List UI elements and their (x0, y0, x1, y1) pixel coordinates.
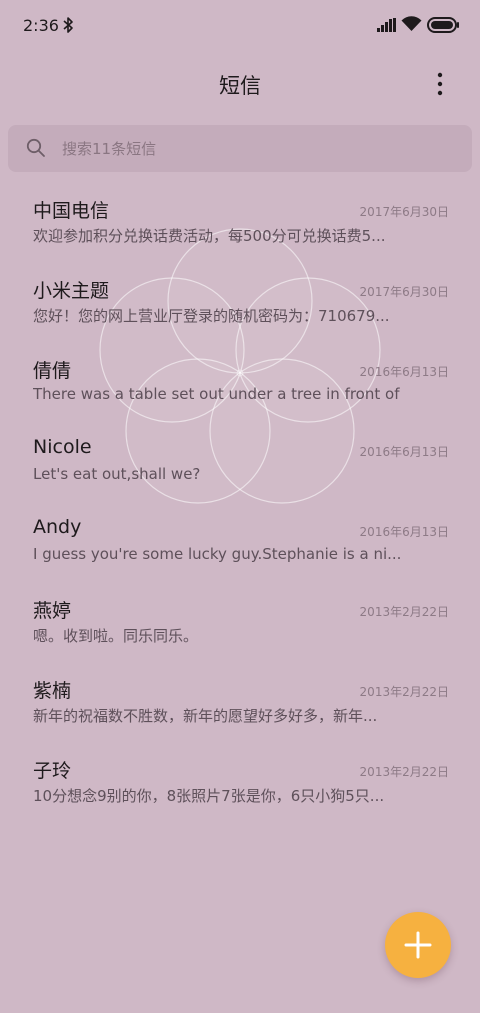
contact-name: 小米主题 (33, 280, 110, 302)
contact-name: 倩倩 (33, 360, 72, 382)
message-date: 2017年6月30日 (359, 285, 449, 299)
list-item[interactable]: Andy 2016年6月13日 I guess you're some luck… (0, 502, 480, 582)
list-item[interactable]: 中国电信 2017年6月30日 欢迎参加积分兑换话费活动，每500分可兑换话费5… (0, 182, 480, 262)
contact-name: Nicole (33, 436, 92, 458)
message-date: 2016年6月13日 (359, 445, 449, 459)
message-preview: 新年的祝福数不胜数，新年的愿望好多好多，新年... (33, 707, 378, 725)
message-preview: 嗯。收到啦。同乐同乐。 (33, 627, 199, 645)
search-input[interactable] (62, 134, 452, 164)
contact-name: 中国电信 (33, 200, 110, 222)
wifi-icon (401, 16, 422, 31)
contact-name: 紫楠 (33, 680, 72, 702)
bluetooth-icon (63, 17, 73, 33)
message-date: 2016年6月13日 (359, 365, 449, 379)
message-date: 2013年2月22日 (359, 605, 449, 619)
messaging-screen: 2:36 短信 搜索11条短信 中国电信 2017年6月30日 欢迎参加积分兑换… (0, 0, 480, 1013)
status-time: 2:36 (23, 16, 59, 35)
contact-name: 子玲 (33, 760, 72, 782)
battery-icon (427, 17, 459, 33)
app-header: 短信 (0, 60, 480, 110)
message-date: 2017年6月30日 (359, 205, 449, 219)
list-item[interactable]: 燕婷 2013年2月22日 嗯。收到啦。同乐同乐。 (0, 582, 480, 662)
list-item[interactable]: 子玲 2013年2月22日 10分想念9别的你，8张照片7张是你，6只小狗5只.… (0, 742, 480, 822)
contact-name: Andy (33, 516, 82, 538)
search-bar[interactable] (8, 125, 472, 172)
message-preview: I guess you're some lucky guy.Stephanie … (33, 545, 402, 563)
message-preview: 欢迎参加积分兑换话费活动，每500分可兑换话费5... (33, 227, 386, 245)
new-message-button[interactable] (385, 912, 451, 978)
page-title: 短信 (219, 74, 261, 98)
signal-icon (377, 18, 396, 32)
list-item[interactable]: 倩倩 2016年6月13日 There was a table set out … (0, 342, 480, 422)
list-item[interactable]: Nicole 2016年6月13日 Let's eat out,shall we… (0, 422, 480, 502)
message-list: 中国电信 2017年6月30日 欢迎参加积分兑换话费活动，每500分可兑换话费5… (0, 182, 480, 822)
message-date: 2016年6月13日 (359, 525, 449, 539)
message-date: 2013年2月22日 (359, 685, 449, 699)
message-preview: 您好！您的网上营业厅登录的随机密码为：710679... (33, 307, 390, 325)
list-item[interactable]: 小米主题 2017年6月30日 您好！您的网上营业厅登录的随机密码为：71067… (0, 262, 480, 342)
more-vertical-icon[interactable] (428, 70, 452, 98)
status-bar: 2:36 (0, 0, 480, 52)
contact-name: 燕婷 (33, 600, 72, 622)
message-preview: Let's eat out,shall we? (33, 465, 201, 483)
message-preview: 10分想念9别的你，8张照片7张是你，6只小狗5只... (33, 787, 385, 805)
message-preview: There was a table set out under a tree i… (33, 385, 403, 403)
plus-icon (404, 931, 432, 959)
message-date: 2013年2月22日 (359, 765, 449, 779)
list-item[interactable]: 紫楠 2013年2月22日 新年的祝福数不胜数，新年的愿望好多好多，新年... (0, 662, 480, 742)
search-icon (26, 138, 45, 157)
